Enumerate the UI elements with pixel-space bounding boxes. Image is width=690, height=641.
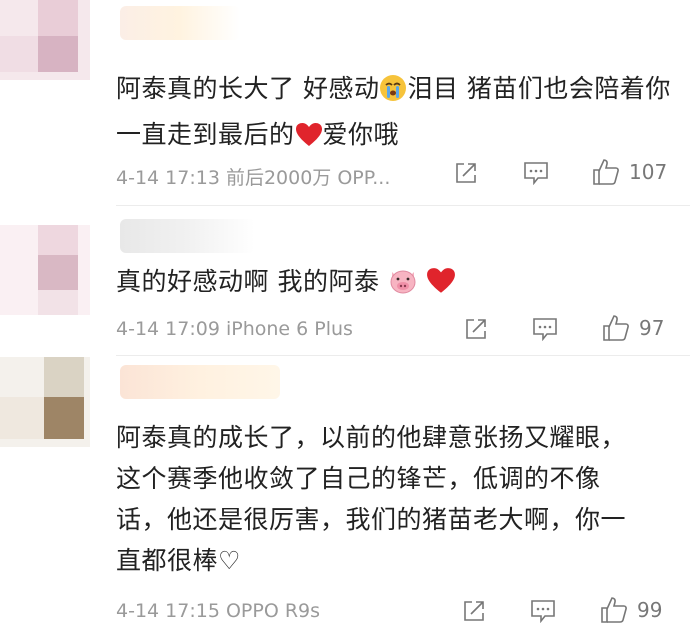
thumbs-up-icon [601,597,627,623]
comment-meta: 4-14 17:09 iPhone 6 Plus [116,318,353,340]
like-button[interactable]: 97 [601,313,664,343]
comment-text: 阿泰真的成长了，以前的他肆意张扬又耀眼，这个赛季他收敛了自己的锋芒，低调的不像话… [116,423,627,575]
comment-button[interactable] [523,161,549,185]
comment-text: 阿泰真的长大了 好感动 泪目 猪苗们也会陪着你一直走到最后的 爱你哦 [116,68,676,160]
avatar-blurred[interactable] [0,357,90,447]
comment-meta: 4-14 17:13 前后2000万 OPP... [116,167,391,189]
share-icon [464,601,484,621]
share-icon [466,319,486,339]
thumbs-up-icon [603,315,629,341]
comment-text: 真的好感动啊 我的阿泰 [116,261,676,307]
red-heart-emoji [426,266,456,307]
like-count: 97 [639,316,665,340]
comment-3: 阿泰真的成长了，以前的他肆意张扬又耀眼，这个赛季他收敛了自己的锋芒，低调的不像话… [0,355,690,641]
thumbs-up-icon [593,159,619,185]
comment-1: 阿泰真的长大了 好感动 泪目 猪苗们也会陪着你一直走到最后的 爱你哦 4-14 17… [0,0,690,200]
like-button[interactable]: 107 [591,157,667,187]
share-button[interactable] [464,317,488,341]
username-blurred[interactable] [120,6,240,40]
comment-button[interactable] [532,317,558,341]
comment-icon [533,318,557,341]
comment-meta: 4-14 17:15 OPPO R9s [116,600,321,622]
share-icon [456,163,476,183]
share-button[interactable] [462,599,486,623]
pig-face-emoji [388,266,418,307]
comment-icon [531,600,555,623]
comment-button[interactable] [530,599,556,623]
username-blurred[interactable] [120,219,255,253]
like-button[interactable]: 99 [599,595,662,625]
username-blurred[interactable] [120,365,280,399]
like-count: 99 [637,598,663,622]
avatar-blurred[interactable] [0,0,90,80]
like-count: 107 [629,160,668,184]
avatar-blurred[interactable] [0,225,90,315]
comment-2: 真的好感动啊 我的阿泰 4-14 17:09 iPhone 6 Plus 97 [0,205,690,350]
share-button[interactable] [454,161,478,185]
crying-face-emoji [379,73,407,114]
red-heart-emoji [295,119,323,160]
comment-icon [524,162,548,185]
